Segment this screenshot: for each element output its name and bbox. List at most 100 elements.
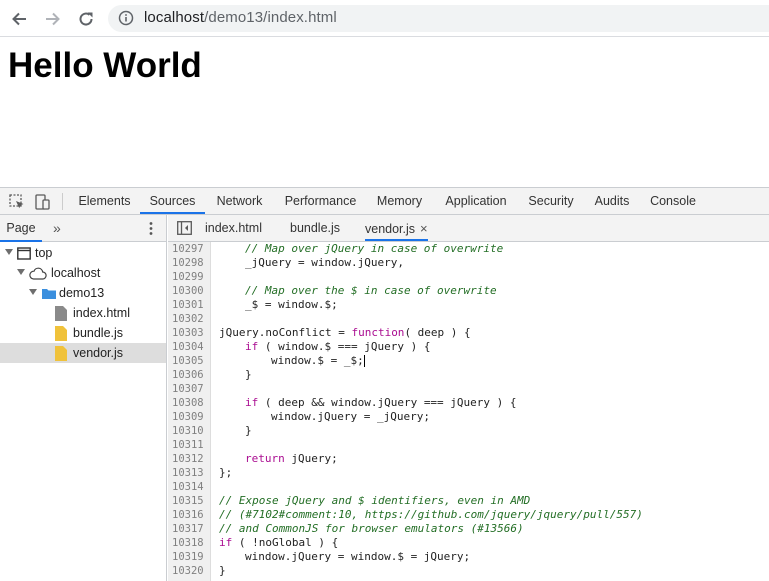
line-number[interactable]: 10303 xyxy=(172,326,209,340)
code-line: 10299 xyxy=(168,270,769,284)
file-tab-label: bundle.js xyxy=(290,221,341,235)
tree-item-label: bundle.js xyxy=(73,326,124,340)
file-tab-label: vendor.js xyxy=(365,222,416,236)
line-number[interactable]: 10317 xyxy=(172,522,209,536)
code-line: 10313}; xyxy=(168,466,769,480)
line-source: // Expose jQuery and $ identifiers, even… xyxy=(219,494,531,507)
tree-item-label: top xyxy=(35,246,53,260)
line-number[interactable]: 10314 xyxy=(172,480,209,494)
code-line: 10308 if ( deep && window.jQuery === jQue… xyxy=(168,396,769,410)
tab-sources[interactable]: Sources xyxy=(140,188,205,214)
line-source: // and CommonJS for browser emulators (#… xyxy=(219,522,524,535)
file-tab-index-html[interactable]: index.html xyxy=(205,215,262,241)
toggle-navigator-icon[interactable] xyxy=(177,221,192,235)
line-source: window.jQuery = window.$ = jQuery; xyxy=(245,550,471,563)
line-source: window.jQuery = _jQuery; xyxy=(271,410,430,423)
code-line: 10303 jQuery.noConflict = function( deep … xyxy=(168,326,769,340)
line-number[interactable]: 10304 xyxy=(172,340,209,354)
line-number[interactable]: 10301 xyxy=(172,298,209,312)
line-number[interactable]: 10315 xyxy=(172,494,209,508)
more-tabs-button[interactable]: » xyxy=(53,215,61,242)
close-tab-icon[interactable]: × xyxy=(420,215,428,242)
line-source: } xyxy=(245,368,252,381)
line-number[interactable]: 10313 xyxy=(172,466,209,480)
tree-item-vendor-js[interactable]: vendor.js xyxy=(0,343,166,363)
line-source: } xyxy=(219,564,226,577)
line-source: }; xyxy=(219,466,233,479)
tab-performance[interactable]: Performance xyxy=(276,188,365,214)
line-source: } xyxy=(245,424,252,437)
code-line: 10306} xyxy=(168,368,769,382)
line-source: // Map over the $ in case of overwrite xyxy=(245,284,497,297)
line-number[interactable]: 10298 xyxy=(172,256,209,270)
line-number[interactable]: 10311 xyxy=(172,438,209,452)
code-line: 10318 if ( !noGlobal ) { xyxy=(168,536,769,550)
tab-memory[interactable]: Memory xyxy=(367,188,432,214)
tree-item-bundle-js[interactable]: bundle.js xyxy=(0,323,166,343)
file-tab-vendor-js[interactable]: vendor.js × xyxy=(365,215,428,241)
code-line: 10316 // (#7102#comment:10, https://githu… xyxy=(168,508,769,522)
file-tab-bundle-js[interactable]: bundle.js xyxy=(290,215,340,241)
inspect-element-icon[interactable] xyxy=(8,193,26,211)
line-number[interactable]: 10310 xyxy=(172,424,209,438)
code-line: 10314 xyxy=(168,480,769,494)
line-number[interactable]: 10309 xyxy=(172,410,209,424)
line-source: // (#7102#comment:10, https://github.com… xyxy=(219,508,643,521)
line-number[interactable]: 10307 xyxy=(172,382,209,396)
line-number[interactable]: 10306 xyxy=(172,368,209,382)
expand-triangle-icon[interactable] xyxy=(29,289,37,295)
code-line: 10300 // Map over the $ in case of overwr… xyxy=(168,284,769,298)
code-line: 10312 return jQuery; xyxy=(168,452,769,466)
tab-network[interactable]: Network xyxy=(206,188,273,214)
tree-item-top[interactable]: top xyxy=(0,243,166,263)
devtools-panel: Elements Sources Network Performance Memory A… xyxy=(0,187,769,581)
line-number[interactable]: 10305 xyxy=(172,354,209,368)
tab-page[interactable]: Page xyxy=(0,215,42,242)
code-line: 10304 if ( window.$ === jQuery ) { xyxy=(168,340,769,354)
tree-item-label: vendor.js xyxy=(73,346,124,360)
code-line: 10309 window.jQuery = _jQuery; xyxy=(168,410,769,424)
line-number[interactable]: 10308 xyxy=(172,396,209,410)
code-line: 10310} xyxy=(168,424,769,438)
line-number[interactable]: 10319 xyxy=(172,550,209,564)
reload-button[interactable] xyxy=(73,6,99,32)
arrow-left-icon xyxy=(12,12,26,26)
line-source: if ( !noGlobal ) { xyxy=(219,536,339,549)
expand-triangle-icon[interactable] xyxy=(17,269,25,275)
line-number[interactable]: 10297 xyxy=(172,242,209,256)
tree-item-label: localhost xyxy=(51,266,101,280)
code-line: 10302 xyxy=(168,312,769,326)
device-toolbar-icon[interactable] xyxy=(33,193,51,211)
line-number[interactable]: 10320 xyxy=(172,564,209,578)
line-source: window.$ = _$; xyxy=(271,354,365,367)
address-bar[interactable]: localhost/demo13/index.html xyxy=(108,5,769,32)
source-editor: index.html bundle.js vendor.js × 10297 // Ma… xyxy=(168,215,769,581)
line-number[interactable]: 10300 xyxy=(172,284,209,298)
line-number[interactable]: 10302 xyxy=(172,312,209,326)
expand-triangle-icon[interactable] xyxy=(5,249,13,255)
tree-item-localhost[interactable]: localhost xyxy=(0,263,166,283)
line-number[interactable]: 10312 xyxy=(172,452,209,466)
info-icon[interactable] xyxy=(118,10,134,26)
tab-console[interactable]: Console xyxy=(642,188,704,214)
tab-elements[interactable]: Elements xyxy=(70,188,139,214)
tab-security[interactable]: Security xyxy=(520,188,582,214)
url-text: localhost/demo13/index.html xyxy=(144,9,337,26)
forward-button[interactable] xyxy=(40,6,66,32)
tree-item-index-html[interactable]: index.html xyxy=(0,303,166,323)
line-number[interactable]: 10318 xyxy=(172,536,209,550)
code-line: 10315 // Expose jQuery and $ identifiers,… xyxy=(168,494,769,508)
code-view[interactable]: 10297 // Map over jQuery in case of overw… xyxy=(168,242,769,581)
tab-application[interactable]: Application xyxy=(435,188,517,214)
line-source: jQuery.noConflict = function( deep ) { xyxy=(219,326,471,339)
line-number[interactable]: 10299 xyxy=(172,270,209,284)
line-source: if ( window.$ === jQuery ) { xyxy=(245,340,431,353)
code-line: 10320} xyxy=(168,564,769,578)
code-line: 10317 // and CommonJS for browser emulato… xyxy=(168,522,769,536)
tab-audits[interactable]: Audits xyxy=(585,188,639,214)
back-button[interactable] xyxy=(6,6,32,32)
tree-item-demo13[interactable]: demo13 xyxy=(0,283,166,303)
kebab-menu-icon[interactable] xyxy=(146,220,156,237)
navigator-tabs: Page » xyxy=(0,215,166,242)
line-number[interactable]: 10316 xyxy=(172,508,209,522)
